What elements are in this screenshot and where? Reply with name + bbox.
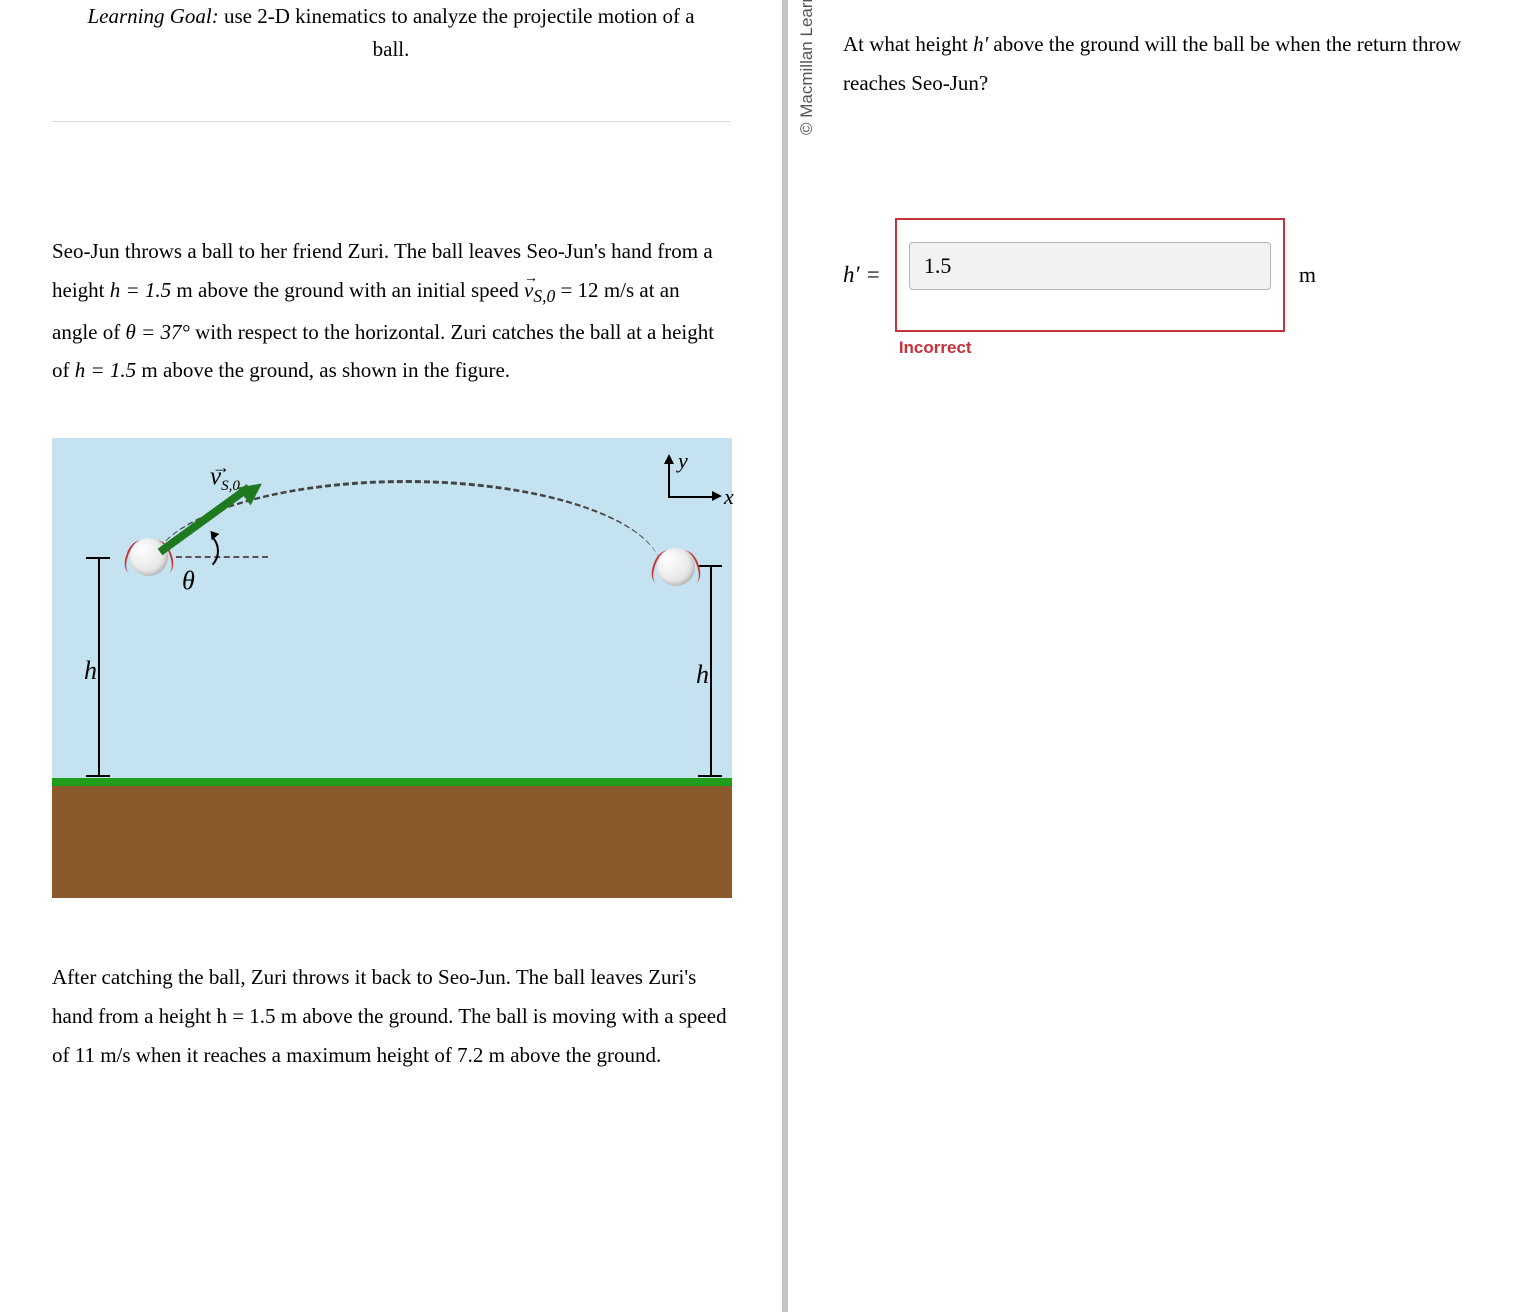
question-text: At what height h′ above the ground will …	[843, 25, 1488, 103]
p1-v: →vS,0	[524, 278, 555, 302]
projectile-figure: h h θ → vS,0	[52, 438, 732, 898]
p1-theta: θ = 37°	[125, 320, 189, 344]
p1-h2: h = 1.5	[75, 358, 136, 382]
ball-right	[657, 548, 695, 586]
column-divider[interactable]	[782, 0, 788, 1312]
q-var: h′	[973, 32, 988, 56]
copyright-text: © Macmillan Learning	[797, 0, 817, 135]
learning-goal: Learning Goal: use 2-D kinematics to ana…	[52, 0, 730, 93]
h-label-left: h	[84, 656, 97, 686]
divider-line	[52, 121, 730, 122]
learning-goal-label: Learning Goal:	[87, 4, 218, 28]
tick	[86, 557, 110, 559]
y-axis-label: y	[678, 448, 688, 474]
figure-grass	[52, 778, 732, 786]
velocity-label: → vS,0	[210, 463, 240, 495]
feedback-label: Incorrect	[899, 338, 972, 358]
left-column: Learning Goal: use 2-D kinematics to ana…	[0, 0, 782, 1312]
learning-goal-text: use 2-D kinematics to analyze the projec…	[219, 4, 695, 61]
x-axis-label: x	[724, 484, 734, 510]
tick	[698, 565, 722, 567]
answer-variable-label: h′ =	[843, 262, 881, 288]
answer-row: h′ = Incorrect m	[843, 218, 1488, 332]
figure-dirt	[52, 786, 732, 898]
p1-text: m above the ground, as shown in the figu…	[141, 358, 510, 382]
p1-v-val: = 12	[560, 278, 598, 302]
h-label-right: h	[696, 660, 709, 690]
paragraph-2: After catching the ball, Zuri throws it …	[52, 958, 730, 1075]
q-text: At what height	[843, 32, 973, 56]
answer-input-wrapper: Incorrect	[895, 218, 1285, 332]
p1-h-eq: h = 1.5	[110, 278, 171, 302]
tick	[86, 775, 110, 777]
answer-input[interactable]	[909, 242, 1271, 290]
tick	[698, 775, 722, 777]
height-bar-right	[710, 566, 712, 776]
paragraph-1: Seo-Jun throws a ball to her friend Zuri…	[52, 232, 730, 390]
theta-label: θ	[182, 566, 195, 596]
answer-unit: m	[1299, 262, 1316, 288]
right-column: At what height h′ above the ground will …	[788, 0, 1528, 1312]
p1-text: m above the ground with an initial speed	[176, 278, 524, 302]
height-bar-left	[98, 558, 100, 776]
